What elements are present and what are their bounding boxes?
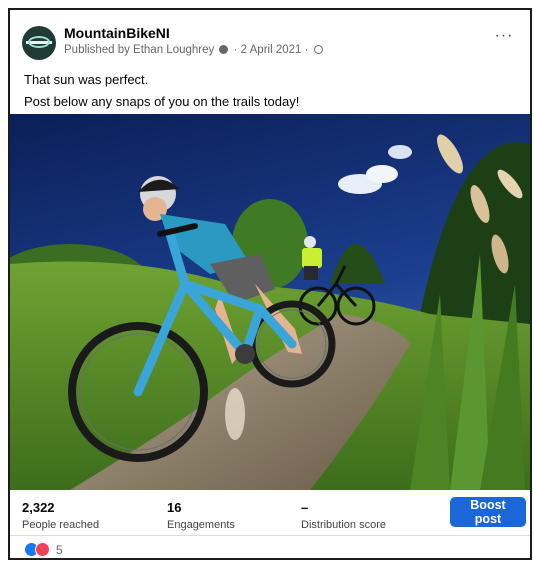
post-caption-line-2: Post below any snaps of you on the trail… <box>24 94 300 109</box>
more-options-button[interactable]: ··· <box>492 28 516 52</box>
post-card: MountainBikeNI Published by Ethan Loughr… <box>8 8 532 560</box>
published-by-text: Published by Ethan Loughrey <box>64 44 215 56</box>
distribution-score-stat: – Distribution score <box>301 500 386 531</box>
post-meta: Published by Ethan Loughrey · 2 April 20… <box>64 44 323 56</box>
engagements-stat: 16 Engagements <box>167 500 235 531</box>
post-photo[interactable] <box>10 114 530 490</box>
people-reached-stat: 2,322 People reached <box>22 500 99 531</box>
distribution-score-label: Distribution score <box>301 519 386 531</box>
globe-icon <box>313 45 323 54</box>
post-insights: 2,322 People reached 16 Engagements – Di… <box>10 494 530 540</box>
page-avatar[interactable] <box>22 26 56 60</box>
reaction-count[interactable]: 5 <box>56 543 63 557</box>
post-header: MountainBikeNI Published by Ethan Loughr… <box>22 24 520 64</box>
post-caption-line-1: That sun was perfect. <box>24 72 149 87</box>
info-icon[interactable] <box>219 45 229 54</box>
people-reached-label: People reached <box>22 519 100 531</box>
engagements-value: 16 <box>167 500 182 515</box>
engagements-label: Engagements <box>167 519 235 531</box>
page-name-link[interactable]: MountainBikeNI <box>64 25 170 41</box>
post-date-link[interactable]: · 2 April 2021 · <box>234 44 309 56</box>
people-reached-value: 2,322 <box>22 500 55 515</box>
divider <box>10 535 530 536</box>
distribution-score-value: – <box>301 500 309 515</box>
boost-post-button[interactable]: Boost post <box>450 497 526 527</box>
love-icon <box>35 542 50 557</box>
